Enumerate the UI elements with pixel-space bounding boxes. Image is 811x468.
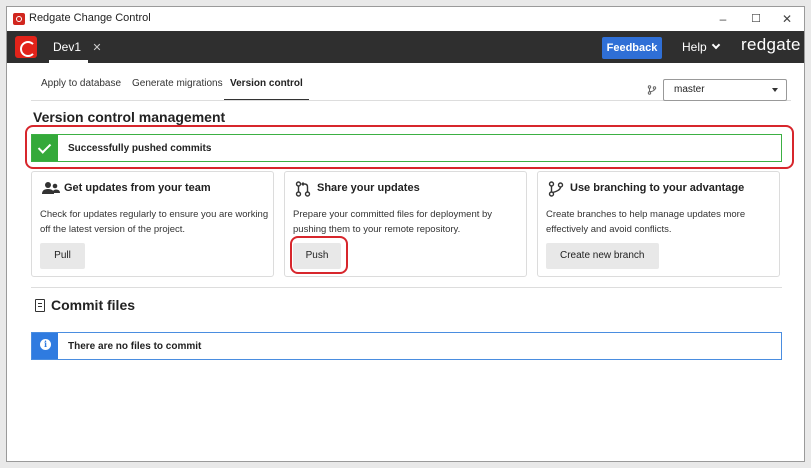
- tab-generate-migrations[interactable]: Generate migrations: [132, 75, 223, 101]
- chevron-down-icon: [711, 40, 720, 50]
- card-get-updates: Get updates from your team Check for upd…: [31, 171, 274, 277]
- help-label: Help: [682, 40, 707, 54]
- success-message: Successfully pushed commits: [68, 143, 212, 154]
- database-tab-label: Dev1: [53, 40, 82, 54]
- info-message: There are no files to commit: [68, 341, 202, 352]
- app-header: Dev1 ✕ Feedback Help redgate: [7, 31, 804, 63]
- app-icon: [13, 13, 25, 25]
- minimize-button[interactable]: –: [707, 9, 739, 29]
- branch-icon: [647, 85, 657, 95]
- app-window: Redgate Change Control – ☐ ✕ Dev1 ✕ Feed…: [6, 6, 805, 462]
- section-divider: [31, 287, 782, 288]
- info-icon: [32, 333, 58, 359]
- feedback-button[interactable]: Feedback: [602, 37, 662, 59]
- pull-button[interactable]: Pull: [40, 243, 85, 269]
- database-tab[interactable]: Dev1 ✕: [47, 31, 108, 63]
- card-description: Create branches to help manage updates m…: [546, 209, 746, 235]
- team-icon: [42, 181, 60, 197]
- success-banner: Successfully pushed commits: [31, 134, 782, 162]
- document-icon: [35, 299, 45, 312]
- redgate-logo-icon[interactable]: [15, 36, 37, 58]
- card-branching: Use branching to your advantage Create b…: [537, 171, 780, 277]
- card-description: Prepare your committed files for deploym…: [293, 209, 493, 235]
- commit-files-title: Commit files: [51, 297, 136, 313]
- info-banner: There are no files to commit: [31, 332, 782, 360]
- card-title: Use branching to your advantage: [570, 182, 745, 194]
- tab-version-control-label: Version control: [230, 78, 303, 89]
- create-new-branch-button[interactable]: Create new branch: [546, 243, 659, 269]
- brand-wordmark: redgate: [741, 35, 801, 54]
- highlight-ring-push: [290, 236, 348, 274]
- page-title: Version control management: [33, 109, 226, 125]
- card-title: Get updates from your team: [64, 182, 211, 194]
- close-tab-icon[interactable]: ✕: [92, 42, 101, 54]
- branch-select-value: master: [674, 84, 705, 95]
- caret-down-icon: [772, 88, 778, 92]
- help-menu[interactable]: Help: [682, 31, 720, 63]
- close-button[interactable]: ✕: [771, 9, 803, 29]
- branch-select[interactable]: master: [663, 79, 787, 101]
- active-tab-indicator: [49, 60, 88, 63]
- branch-icon: [548, 181, 564, 197]
- maximize-button[interactable]: ☐: [740, 9, 772, 29]
- checkmark-icon: [32, 135, 58, 161]
- card-description: Check for updates regularly to ensure yo…: [40, 209, 269, 235]
- title-bar: Redgate Change Control – ☐ ✕: [7, 7, 804, 31]
- pull-request-icon: [295, 181, 311, 197]
- card-title: Share your updates: [317, 182, 420, 194]
- window-title: Redgate Change Control: [29, 12, 151, 24]
- tab-version-control[interactable]: Version control: [224, 75, 309, 101]
- tab-apply-to-database[interactable]: Apply to database: [41, 75, 121, 101]
